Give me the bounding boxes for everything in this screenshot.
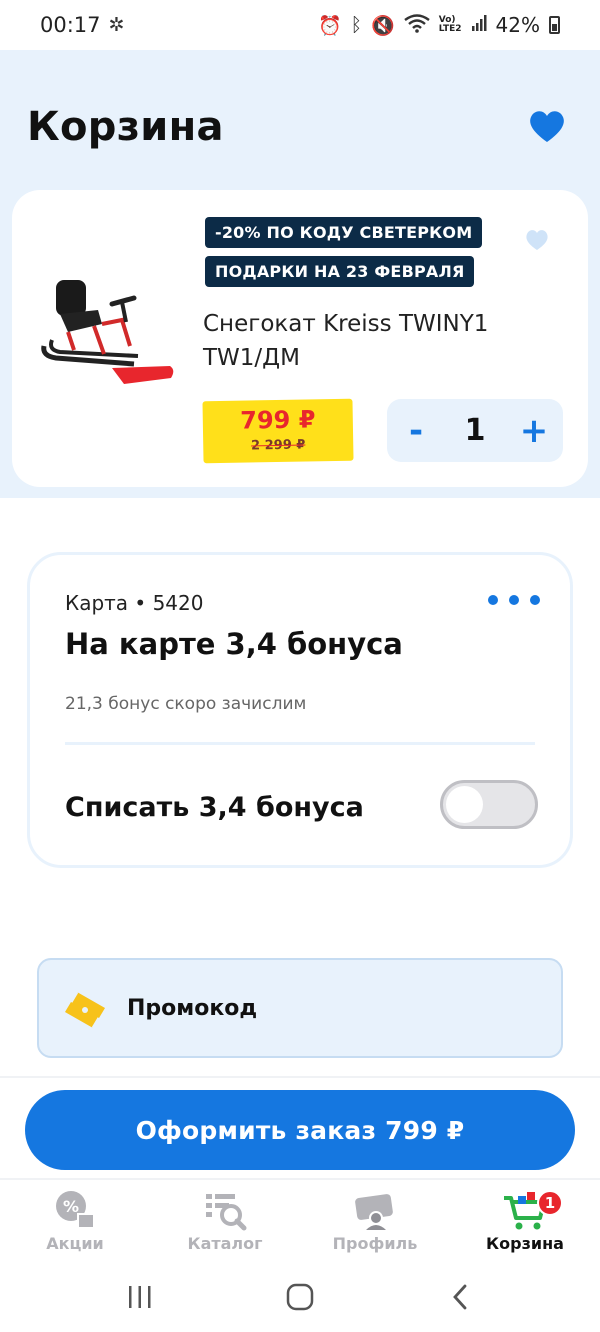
divider: [0, 1178, 600, 1180]
tab-label: Каталог: [187, 1234, 263, 1253]
battery-percent: 42%: [495, 13, 540, 37]
cart-header-area: Корзина -20% ПО КОДУ СВЕТЕРКОМ ПОДАРКИ Н…: [0, 50, 600, 498]
bottom-tab-bar: % Акции Каталог Профиль 1 Корзина: [0, 1182, 600, 1262]
svg-text:%: %: [63, 1197, 79, 1216]
promo-code-button[interactable]: Промокод: [37, 958, 563, 1058]
writeoff-bonus-label: Списать 3,4 бонуса: [65, 792, 364, 823]
catalog-search-icon: [206, 1194, 247, 1231]
decrease-quantity-button[interactable]: -: [387, 399, 445, 462]
bluetooth-icon: ᛒ: [350, 14, 363, 36]
quantity-value: 1: [464, 413, 486, 448]
product-card[interactable]: -20% ПО КОДУ СВЕТЕРКОМ ПОДАРКИ НА 23 ФЕВ…: [12, 190, 588, 487]
bonus-card: Карта • 5420 На карте 3,4 бонуса 21,3 бо…: [27, 552, 573, 868]
promo-badge: ПОДАРКИ НА 23 ФЕВРАЛЯ: [205, 256, 475, 287]
lte-indicator: Vo) LTE2: [439, 16, 462, 34]
divider: [65, 742, 535, 745]
signal-icon: [471, 14, 487, 37]
tab-promotions[interactable]: % Акции: [0, 1182, 150, 1262]
status-bar: 00:17 ✲ ⏰ ᛒ 🔇 Vo) LTE2 42%: [0, 0, 600, 50]
tab-profile[interactable]: Профиль: [300, 1182, 450, 1262]
cart-count-badge: 1: [537, 1190, 563, 1216]
status-icons: ⏰ ᛒ 🔇 Vo) LTE2 42%: [318, 13, 560, 38]
status-time-group: 00:17 ✲: [40, 13, 124, 37]
lte-label-bottom: LTE2: [438, 24, 462, 34]
recent-apps-icon[interactable]: [110, 1277, 170, 1317]
checkout-button[interactable]: Оформить заказ 799 ₽: [25, 1090, 575, 1170]
tab-cart[interactable]: 1 Корзина: [450, 1182, 600, 1262]
price-new: 799 ₽: [239, 405, 316, 435]
tab-catalog[interactable]: Каталог: [150, 1182, 300, 1262]
tab-label: Профиль: [332, 1234, 418, 1253]
quantity-stepper: - 1 +: [387, 399, 563, 462]
increase-quantity-button[interactable]: +: [505, 399, 563, 462]
mute-icon: 🔇: [371, 14, 395, 37]
fan-icon: ✲: [108, 14, 125, 36]
battery-icon: [549, 16, 560, 34]
tab-label: Акции: [46, 1234, 104, 1253]
profile-card-icon: [355, 1194, 393, 1230]
bonus-pending-note: 21,3 бонус скоро зачислим: [65, 694, 307, 714]
card-label: Карта • 5420: [65, 591, 204, 615]
back-icon[interactable]: [430, 1277, 490, 1317]
promo-badge: -20% ПО КОДУ СВЕТЕРКОМ: [205, 217, 483, 248]
price-old: 2 299 ₽: [250, 437, 306, 454]
price-tag: 799 ₽ 2 299 ₽: [202, 398, 354, 464]
product-image: [38, 270, 178, 394]
more-options-icon[interactable]: [488, 595, 540, 605]
percent-shop-icon: %: [56, 1191, 95, 1229]
page-title: Корзина: [27, 104, 224, 150]
home-icon[interactable]: [270, 1277, 330, 1317]
alarm-icon: ⏰: [318, 14, 342, 37]
bonus-balance-title: На карте 3,4 бонуса: [65, 627, 403, 661]
add-to-favorites-heart-icon[interactable]: [524, 228, 550, 252]
status-time: 00:17: [40, 13, 101, 37]
writeoff-bonus-toggle[interactable]: [440, 780, 538, 829]
favorites-heart-icon[interactable]: [527, 108, 567, 144]
toggle-knob: [446, 786, 483, 823]
product-name[interactable]: Снегокат Kreiss TWINY1 TW1/ДМ: [203, 307, 493, 375]
ticket-icon: [63, 990, 107, 1030]
divider: [0, 1076, 600, 1078]
tab-label: Корзина: [486, 1234, 564, 1253]
promo-code-label: Промокод: [127, 996, 258, 1021]
system-nav-bar: [0, 1262, 600, 1332]
wifi-icon: [404, 13, 430, 38]
